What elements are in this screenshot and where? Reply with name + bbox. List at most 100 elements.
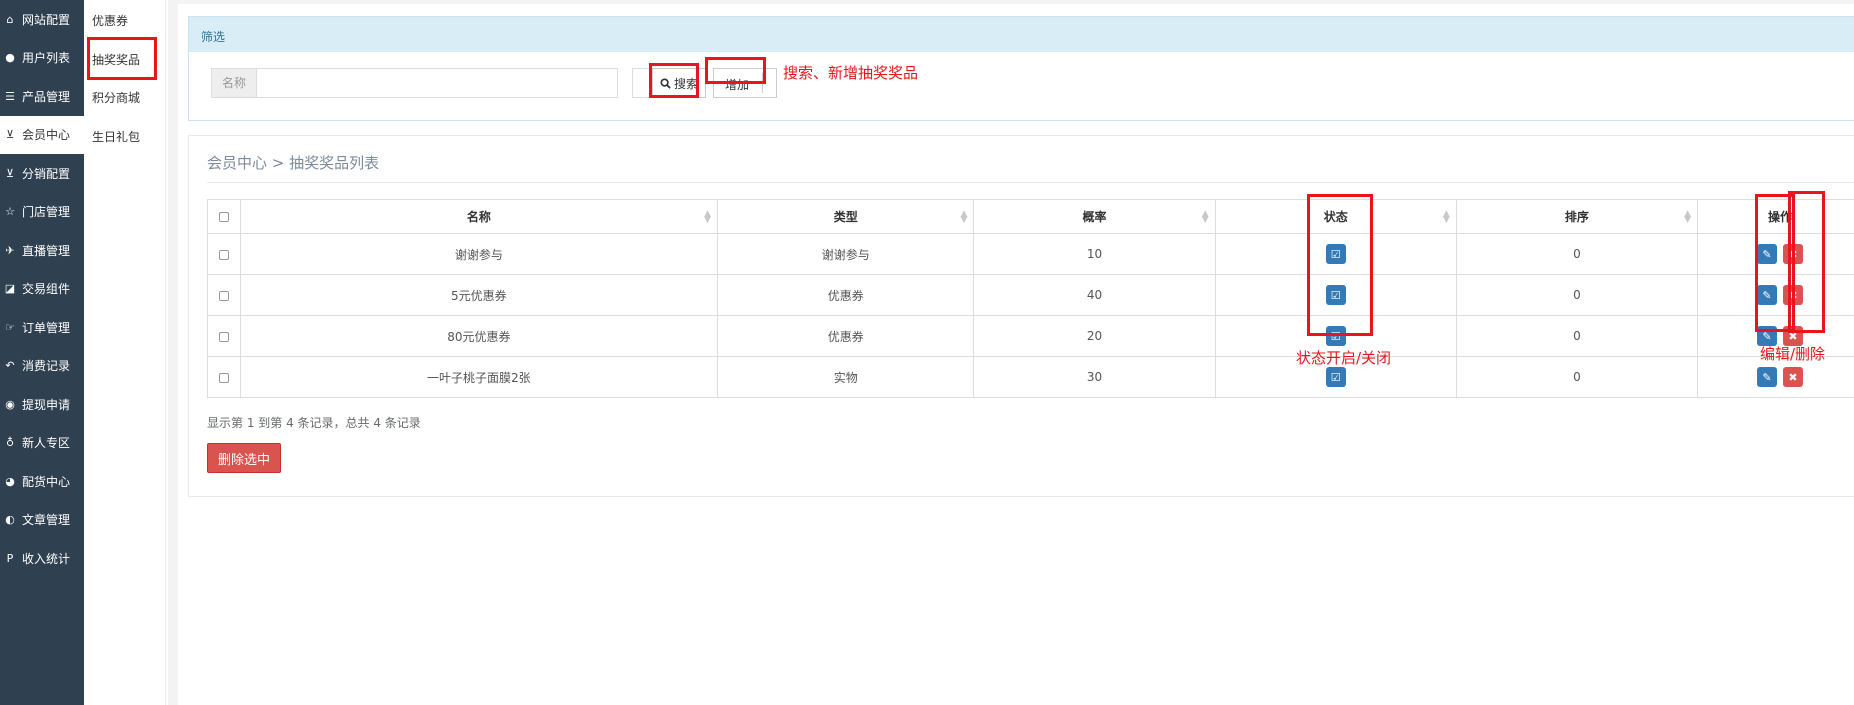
home-icon: ⌂ <box>6 12 14 26</box>
add-button-label: 增加 <box>725 78 750 92</box>
select-all-checkbox[interactable] <box>218 212 229 222</box>
sidebar-item-2[interactable]: ☰ 产品管理 <box>0 77 84 115</box>
cell-name: 5元优惠券 <box>239 274 719 316</box>
column-header-status[interactable]: 状态 ▲ ▼ <box>1214 199 1457 234</box>
sidebar-item-1[interactable]: ● 用户列表 <box>0 39 84 77</box>
sidebar-item-4[interactable]: ⊻ 分销配置 <box>0 154 84 192</box>
prize-list-panel: 会员中心 > 抽奖奖品列表 名称 ▲ ▼ 类型 ▲ ▼ 概率 ▲ ▼ 状态 ▲ ▼ 排序 ▲ ▼ 操… <box>188 135 1854 497</box>
pie-chart-icon: ◕ <box>5 474 15 488</box>
column-header-type-label: 类型 <box>833 210 858 224</box>
list-icon: ☰ <box>5 89 15 103</box>
delete-button[interactable]: ✖ <box>1783 244 1804 264</box>
check-square-icon: ☑ <box>1330 247 1341 261</box>
star-icon: ☆ <box>5 205 15 218</box>
sidebar: ⌂ 网站配置 ● 用户列表 ☰ 产品管理 ⊻ 会员中心 ⊻ 分销配置 ☆ 门店管理 ✈ 直播管理 ◪ 交易组件… <box>0 0 84 705</box>
cell-probability: 30 <box>973 356 1216 398</box>
sidebar-item-14[interactable]: P 收入统计 <box>0 539 84 577</box>
adjust-icon: ◐ <box>5 513 15 526</box>
pagination-info: 显示第 1 到第 4 条记录，总共 4 条记录 <box>207 416 421 430</box>
sidebar-item-3[interactable]: ⊻ 会员中心 <box>0 115 84 154</box>
sidebar-item-11[interactable]: ♁ 新人专区 <box>0 424 84 462</box>
sort-icon: ▲ ▼ <box>1442 209 1450 225</box>
status-toggle-button[interactable]: ☑ <box>1325 326 1346 346</box>
edit-button[interactable]: ✎ <box>1757 367 1778 387</box>
close-icon: ✖ <box>1788 370 1798 384</box>
prize-table: 名称 ▲ ▼ 类型 ▲ ▼ 概率 ▲ ▼ 状态 ▲ ▼ 排序 ▲ ▼ 操作 谢谢参与 谢谢参与 10 ☑ 0… <box>207 199 1854 398</box>
cell-type: 优惠券 <box>717 315 975 357</box>
name-search-input[interactable] <box>256 68 618 98</box>
cell-name: 谢谢参与 <box>239 233 719 275</box>
status-toggle-button[interactable]: ☑ <box>1325 285 1346 305</box>
cell-sort: 0 <box>1455 233 1699 275</box>
row-select-cell <box>207 315 241 357</box>
sidebar-item-12[interactable]: ◕ 配货中心 <box>0 462 84 500</box>
sidebar-item-5[interactable]: ☆ 门店管理 <box>0 193 84 231</box>
search-icon <box>660 77 671 89</box>
check-square-icon: ☑ <box>1330 329 1341 343</box>
add-button[interactable]: 增加 <box>713 68 777 98</box>
row-checkbox[interactable] <box>218 290 229 301</box>
cart-icon: ⊻ <box>5 128 15 141</box>
submenu-item-0[interactable]: 优惠券 <box>92 12 128 29</box>
submenu-item-3[interactable]: 生日礼包 <box>92 128 140 145</box>
filter-panel: 筛选 名称 搜索 增加 搜索、新增抽奖奖品 <box>188 16 1854 121</box>
sort-icon: ▲ ▼ <box>704 209 712 225</box>
edit-button[interactable]: ✎ <box>1757 285 1778 305</box>
cell-status: ☑ <box>1214 233 1457 275</box>
column-header-type[interactable]: 类型 ▲ ▼ <box>717 199 975 234</box>
status-toggle-button[interactable]: ☑ <box>1325 367 1346 387</box>
sidebar-item-label: 用户列表 <box>22 51 71 65</box>
sidebar-item-label: 会员中心 <box>22 128 71 142</box>
cell-sort: 0 <box>1455 315 1699 357</box>
row-checkbox[interactable] <box>218 249 229 260</box>
status-toggle-button[interactable]: ☑ <box>1325 244 1346 264</box>
cell-sort: 0 <box>1455 274 1699 316</box>
sidebar-item-label: 提现申请 <box>22 397 71 412</box>
row-checkbox[interactable] <box>218 331 229 342</box>
cell-sort: 0 <box>1455 356 1699 398</box>
search-button[interactable]: 搜索 <box>652 68 706 98</box>
sidebar-item-8[interactable]: ☞ 订单管理 <box>0 308 84 346</box>
sidebar-item-label: 收入统计 <box>22 551 71 566</box>
hand-icon: ☞ <box>5 320 15 334</box>
sidebar-item-7[interactable]: ◪ 交易组件 <box>0 270 84 308</box>
sidebar-item-label: 直播管理 <box>22 243 71 258</box>
submenu-item-1[interactable]: 抽奖奖品 <box>92 51 140 68</box>
sidebar-item-0[interactable]: ⌂ 网站配置 <box>0 0 84 38</box>
status-annotation: 状态开启/关闭 <box>1296 349 1392 367</box>
column-header-probability-label: 概率 <box>1082 210 1107 224</box>
table-row: 谢谢参与 谢谢参与 10 ☑ 0 ✎ ✖ <box>207 233 1854 275</box>
search-button-label: 搜索 <box>673 76 698 91</box>
edit-button[interactable]: ✎ <box>1757 244 1778 264</box>
delete-button[interactable]: ✖ <box>1783 285 1804 305</box>
delete-button[interactable]: ✖ <box>1783 367 1804 387</box>
wechat-icon: ◉ <box>5 397 15 411</box>
submenu-item-2[interactable]: 积分商城 <box>92 89 140 106</box>
row-select-cell <box>207 274 241 316</box>
sidebar-item-9[interactable]: ↶ 消费记录 <box>0 347 84 385</box>
delete-selected-button[interactable]: 删除选中 <box>207 443 281 473</box>
column-header-sort-label: 排序 <box>1564 210 1589 224</box>
column-header-sort[interactable]: 排序 ▲ ▼ <box>1455 199 1699 234</box>
content-panel: 筛选 名称 搜索 增加 搜索、新增抽奖奖品 会员中心 > 抽奖奖品列表 名称 ▲… <box>178 4 1854 705</box>
column-header-name[interactable]: 名称 ▲ ▼ <box>239 199 719 234</box>
sidebar-item-10[interactable]: ◉ 提现申请 <box>0 385 84 423</box>
check-square-icon: ☑ <box>1330 370 1341 384</box>
sidebar-item-label: 产品管理 <box>22 89 71 104</box>
user-icon: ● <box>5 51 15 64</box>
eraser-icon: ◪ <box>4 282 16 295</box>
row-checkbox[interactable] <box>218 372 229 383</box>
sidebar-item-label: 订单管理 <box>22 320 71 335</box>
cell-name: 80元优惠券 <box>239 315 719 357</box>
edit-icon: ✎ <box>1762 247 1772 261</box>
main-content: 筛选 名称 搜索 增加 搜索、新增抽奖奖品 会员中心 > 抽奖奖品列表 名称 ▲… <box>168 0 1854 705</box>
check-square-icon: ☑ <box>1330 288 1341 302</box>
sidebar-item-6[interactable]: ✈ 直播管理 <box>0 231 84 269</box>
reply-icon: ↶ <box>5 359 15 372</box>
sidebar-item-label: 交易组件 <box>22 282 71 296</box>
row-select-cell <box>207 233 241 275</box>
column-header-probability[interactable]: 概率 ▲ ▼ <box>973 199 1216 234</box>
sidebar-item-13[interactable]: ◐ 文章管理 <box>0 501 84 539</box>
cell-actions: ✎ ✖ <box>1697 274 1854 316</box>
cell-type: 优惠券 <box>717 274 975 316</box>
